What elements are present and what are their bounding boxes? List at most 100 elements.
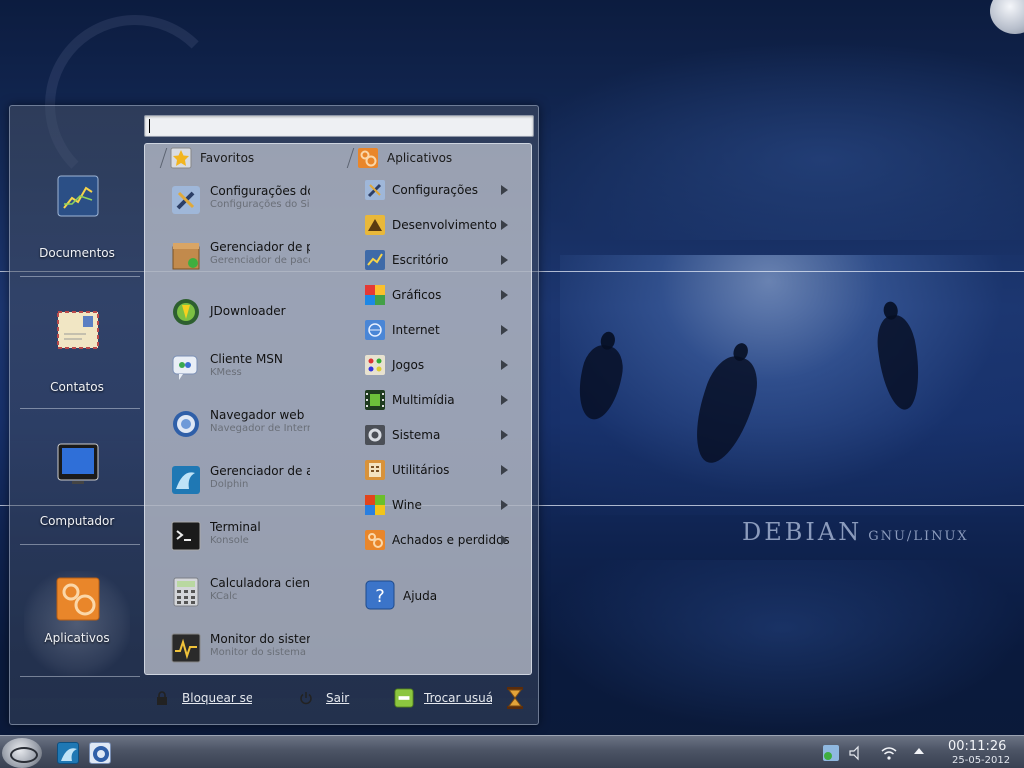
svg-text:?: ? (375, 586, 385, 607)
system-icon (365, 425, 385, 445)
app-category-wine[interactable]: Wine (363, 494, 513, 516)
favorite-item-navegador-web[interactable]: Navegador web Navegador de Internet (171, 403, 317, 443)
favorites-header: Favoritos (159, 146, 254, 170)
dolphin-launcher-icon[interactable] (57, 742, 79, 764)
app-category-graficos[interactable]: Gráficos (363, 284, 513, 306)
sidebar-item-label: Documentos (39, 246, 115, 260)
divider (20, 676, 140, 677)
hourglass-icon (506, 686, 524, 710)
search-input[interactable] (144, 115, 534, 137)
settings-icon (365, 180, 385, 200)
cashew-corner-icon[interactable] (990, 0, 1024, 34)
wrench-screwdriver-icon (172, 186, 200, 214)
switch-user-button[interactable]: Trocar usuário (394, 686, 492, 710)
switch-user-icon (394, 688, 414, 708)
app-category-internet[interactable]: Internet (363, 319, 513, 341)
divider (20, 408, 140, 409)
submenu-arrow-icon (501, 500, 508, 510)
logout-button[interactable]: Sair (296, 686, 349, 710)
help-question-icon: ? (365, 580, 395, 610)
app-category-utilitarios[interactable]: Utilitários (363, 459, 513, 481)
app-category-sistema[interactable]: Sistema (363, 424, 513, 446)
kde-menu-button[interactable] (2, 738, 42, 768)
package-updates-tray-icon[interactable] (822, 744, 840, 762)
app-category-achados-perdidos[interactable]: Achados e perdidos (363, 529, 513, 551)
submenu-arrow-icon (501, 325, 508, 335)
development-icon (365, 215, 385, 235)
app-category-jogos[interactable]: Jogos (363, 354, 513, 376)
submenu-arrow-icon (501, 360, 508, 370)
lock-session-button[interactable]: Bloquear sessão (152, 686, 252, 710)
msn-chat-icon (172, 355, 198, 380)
gears-icon (56, 577, 100, 621)
wine-icon (365, 495, 385, 515)
web-browser-icon (173, 411, 199, 437)
package-box-icon (172, 243, 200, 270)
submenu-arrow-icon (501, 465, 508, 475)
volume-icon[interactable] (848, 744, 866, 762)
submenu-arrow-icon (501, 255, 508, 265)
divider (20, 276, 140, 277)
text-caret (149, 119, 150, 133)
clock-date[interactable]: 25-05-2012 (952, 755, 1010, 766)
favorite-item-cliente-msn[interactable]: Cliente MSN KMess (171, 347, 317, 387)
terminal-icon (171, 521, 201, 551)
submenu-arrow-icon (501, 430, 508, 440)
contacts-envelope-icon (57, 311, 99, 349)
power-icon (296, 688, 316, 708)
tray-expand-icon[interactable] (912, 744, 930, 762)
star-icon (170, 147, 192, 169)
favorite-item-terminal[interactable]: Terminal Konsole (171, 515, 317, 555)
submenu-arrow-icon (501, 535, 508, 545)
computer-monitor-icon (57, 443, 99, 484)
sidebar-item-aplicativos[interactable]: Aplicativos (24, 571, 130, 676)
favorite-item-jdownloader[interactable]: JDownloader (171, 291, 317, 331)
taskbar: 00:11:26 25-05-2012 (0, 735, 1024, 768)
web-browser-launcher-icon[interactable] (89, 742, 111, 764)
favorite-item-calculadora[interactable]: Calculadora científica KCalc (171, 571, 317, 611)
sidebar-item-computador[interactable]: Computador (24, 442, 130, 547)
wallpaper-cloud (520, 40, 1024, 240)
app-category-multimidia[interactable]: Multimídia (363, 389, 513, 411)
favorite-item-monitor-sistema[interactable]: Monitor do sistema Monitor do sistema (171, 627, 317, 667)
submenu-arrow-icon (501, 395, 508, 405)
app-category-escritorio[interactable]: Escritório (363, 249, 513, 271)
launcher-main-panel: Favoritos Aplicativos Configurações do S… (144, 143, 532, 675)
help-item[interactable]: ? Ajuda (363, 580, 513, 610)
favorite-item-gerenciador-arquivos[interactable]: Gerenciador de arquivos Dolphin (171, 459, 317, 499)
divider (20, 544, 140, 545)
utilities-icon (365, 460, 385, 480)
application-launcher: Documentos Contatos Computador Aplicativ… (9, 105, 539, 725)
submenu-arrow-icon (501, 290, 508, 300)
sidebar-item-label: Computador (39, 514, 115, 528)
wifi-icon[interactable] (880, 744, 898, 762)
sidebar-item-documentos[interactable]: Documentos (24, 174, 130, 279)
submenu-arrow-icon (501, 185, 508, 195)
office-icon (365, 250, 385, 270)
applications-header: Aplicativos (346, 146, 452, 170)
sidebar-item-label: Contatos (50, 380, 104, 394)
gears-icon (358, 148, 378, 168)
wallpaper-cloud (540, 560, 1024, 730)
app-category-configuracoes[interactable]: Configurações (363, 179, 513, 201)
lost-found-icon (365, 530, 385, 550)
app-category-desenvolvimento[interactable]: Desenvolvimento (363, 214, 513, 236)
dolphin-icon (172, 466, 200, 494)
favorite-item-configuracoes[interactable]: Configurações do Sistema Configurações d… (171, 179, 317, 219)
sidebar-item-contatos[interactable]: Contatos (24, 308, 130, 413)
multimedia-icon (365, 390, 385, 410)
debian-logo-text: Debian GNU/Linux (742, 518, 969, 546)
calculator-icon (173, 577, 199, 607)
launcher-bottom-bar: Bloquear sessão Sair Trocar usuário (144, 680, 534, 716)
favorite-item-gerenciador-pacotes[interactable]: Gerenciador de pacotes Gerenciador de pa… (171, 235, 317, 275)
clock-time[interactable]: 00:11:26 (948, 739, 1006, 754)
internet-icon (365, 320, 385, 340)
lock-icon (152, 688, 172, 708)
games-icon (365, 355, 385, 375)
wallpaper-light-beam (560, 255, 1024, 515)
jdownloader-globe-icon (173, 299, 199, 325)
submenu-arrow-icon (501, 220, 508, 230)
system-monitor-icon (171, 633, 201, 663)
sidebar-item-label: Aplicativos (44, 631, 110, 645)
chart-document-icon (57, 175, 99, 217)
